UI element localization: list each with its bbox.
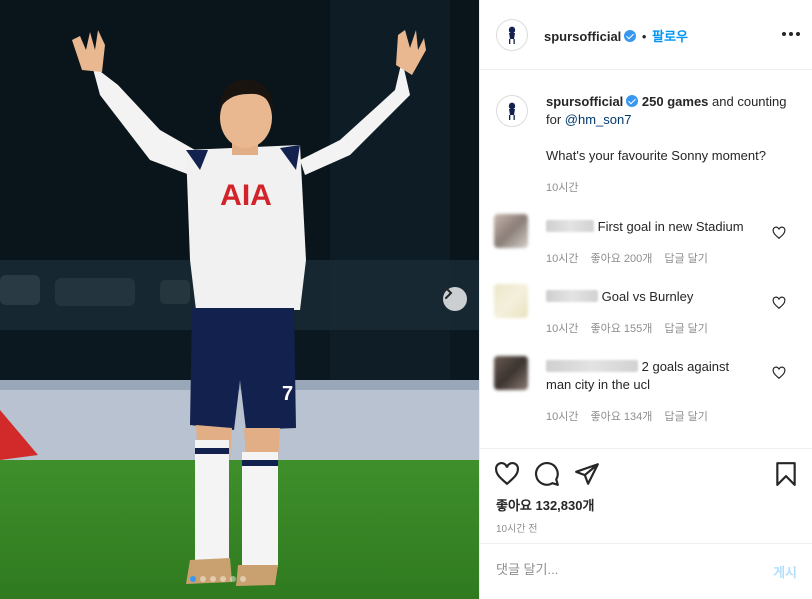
separator-dot: • [641,29,647,44]
comment-text: Goal vs Burnley [601,289,694,304]
caption-mention[interactable]: @hm_son7 [565,112,632,127]
post-header: spursofficial • 팔로우 [480,0,812,70]
comment-meta: 10시간 좋아요 200개 답글 달기 [546,250,708,266]
comment-text: 2 goals against [641,359,730,374]
comment-icon[interactable] [534,461,560,487]
comment-avatar[interactable] [494,284,528,318]
comment-avatar[interactable] [494,214,528,248]
carousel-dots [190,576,246,582]
next-photo-button[interactable] [443,287,467,311]
comment-likes[interactable]: 좋아요 200개 [590,250,652,266]
follow-button[interactable]: 팔로우 [652,29,688,44]
comment-item: Goal vs Burnley [546,288,776,306]
comment-avatar[interactable] [494,356,528,390]
comment-meta: 10시간 좋아요 134개 답글 달기 [546,408,708,424]
heart-icon[interactable] [494,461,520,487]
header-account: spursofficial • 팔로우 [544,26,688,45]
comment-time: 10시간 [546,253,579,265]
like-count[interactable]: 좋아요 132,830개 [496,495,594,514]
heart-icon[interactable] [772,226,786,240]
more-icon[interactable] [782,26,802,42]
chevron-right-icon [445,287,453,299]
carousel-dot [210,576,216,582]
post-caption: spursofficial 250 games and counting for… [546,93,801,197]
shirt-number: 7 [282,383,293,405]
post-comment-button[interactable]: 게시 [773,562,797,581]
post-photo[interactable]: AIA 7 [0,0,479,599]
comment-username-blurred[interactable] [546,290,598,302]
reply-button[interactable]: 답글 달기 [664,408,708,424]
carousel-dot [200,576,206,582]
verified-icon [626,95,639,107]
sponsor-text: AIA [220,179,272,212]
account-username[interactable]: spursofficial [544,29,621,44]
comment-time: 10시간 [546,323,579,335]
carousel-dot [230,576,236,582]
comment-item: 2 goals against man city in the ucl [546,358,776,394]
comment-time: 10시간 [546,411,579,423]
player-photo: AIA 7 [0,0,479,599]
comment-likes[interactable]: 좋아요 155개 [590,320,652,336]
carousel-dot [220,576,226,582]
reply-button[interactable]: 답글 달기 [664,320,708,336]
caption-avatar[interactable] [496,95,528,127]
heart-icon[interactable] [772,296,786,310]
carousel-dot [190,576,196,582]
reply-button[interactable]: 답글 달기 [664,250,708,266]
comment-item: First goal in new Stadium [546,218,776,236]
heart-icon[interactable] [772,366,786,380]
comment-text-continued: man city in the ucl [546,377,651,392]
comment-box: 게시 [480,543,812,599]
caption-username[interactable]: spursofficial [546,94,623,109]
caption-question: What's your favourite Sonny moment? [546,148,766,163]
comment-username-blurred[interactable] [546,360,638,372]
comment-username-blurred[interactable] [546,220,594,232]
comment-input[interactable] [496,562,746,577]
bookmark-icon[interactable] [773,461,799,487]
share-icon[interactable] [574,461,600,487]
spurs-logo-icon [508,102,516,120]
caption-time: 10시간 [546,182,579,194]
spurs-logo-icon [508,26,516,44]
post-sidebar: spursofficial • 팔로우 spursofficial 250 ga… [479,0,812,599]
post-time: 10시간 전 [496,524,538,535]
caption-highlight: 250 games [641,94,709,109]
account-avatar[interactable] [496,19,528,51]
comment-likes[interactable]: 좋아요 134개 [590,408,652,424]
comment-text: First goal in new Stadium [597,219,744,234]
verified-icon [624,30,637,42]
comment-meta: 10시간 좋아요 155개 답글 달기 [546,320,708,336]
carousel-dot [240,576,246,582]
